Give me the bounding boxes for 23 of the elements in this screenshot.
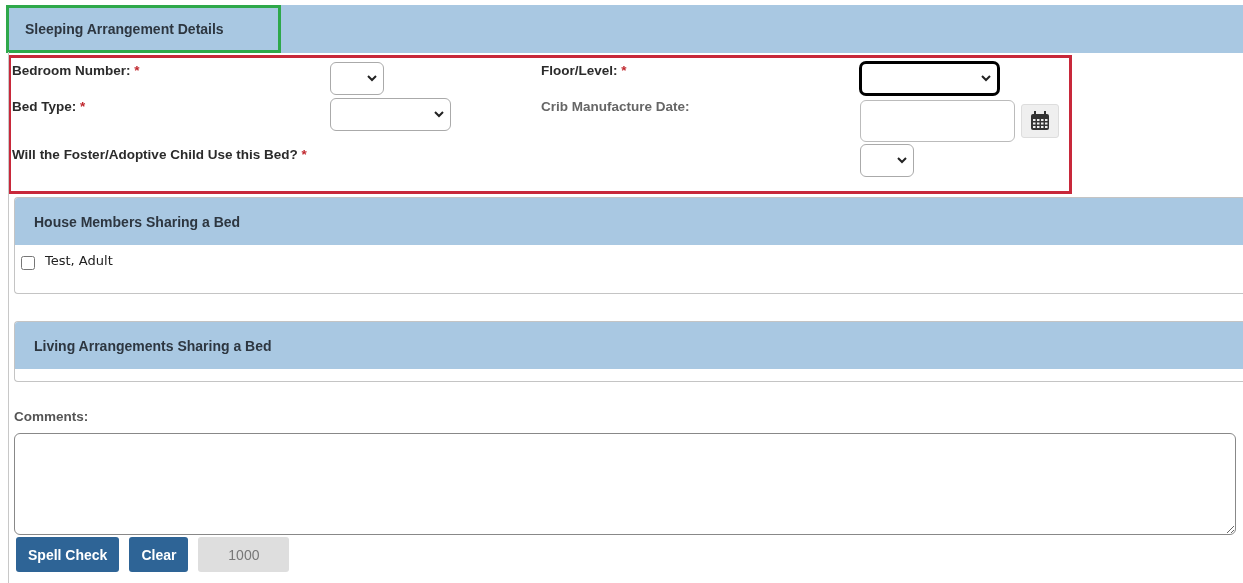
panel-title: House Members Sharing a Bed [15, 198, 1243, 245]
character-counter: 1000 [198, 537, 290, 572]
comments-label: Comments: [14, 409, 90, 424]
field-label: Bed Type: * [12, 98, 87, 116]
field-label: Floor/Level: * [541, 62, 628, 80]
checkbox[interactable] [21, 256, 35, 270]
calendar-button[interactable] [1021, 104, 1059, 138]
action-button[interactable]: Spell Check [16, 537, 120, 572]
dropdown[interactable] [860, 62, 999, 95]
calendar-icon [1030, 111, 1050, 131]
chevron-icon [367, 75, 377, 82]
field-label: Will the Foster/Adoptive Child Use this Bed? * [12, 146, 308, 162]
chevron-icon [434, 111, 444, 118]
action-button[interactable]: Clear [129, 537, 189, 572]
chevron-icon [897, 157, 907, 164]
chevron-icon [981, 75, 991, 82]
field-label: Crib Manufacture Date: [541, 98, 691, 116]
member-label: Test, Adult [45, 253, 113, 268]
panel-title: Living Arrangements Sharing a Bed [15, 322, 1243, 369]
date-field[interactable] [860, 100, 1015, 142]
field-label: Bedroom Number: * [12, 62, 141, 80]
section-title: Sleeping Arrangement Details [6, 5, 281, 53]
comments-field[interactable] [14, 433, 1236, 535]
